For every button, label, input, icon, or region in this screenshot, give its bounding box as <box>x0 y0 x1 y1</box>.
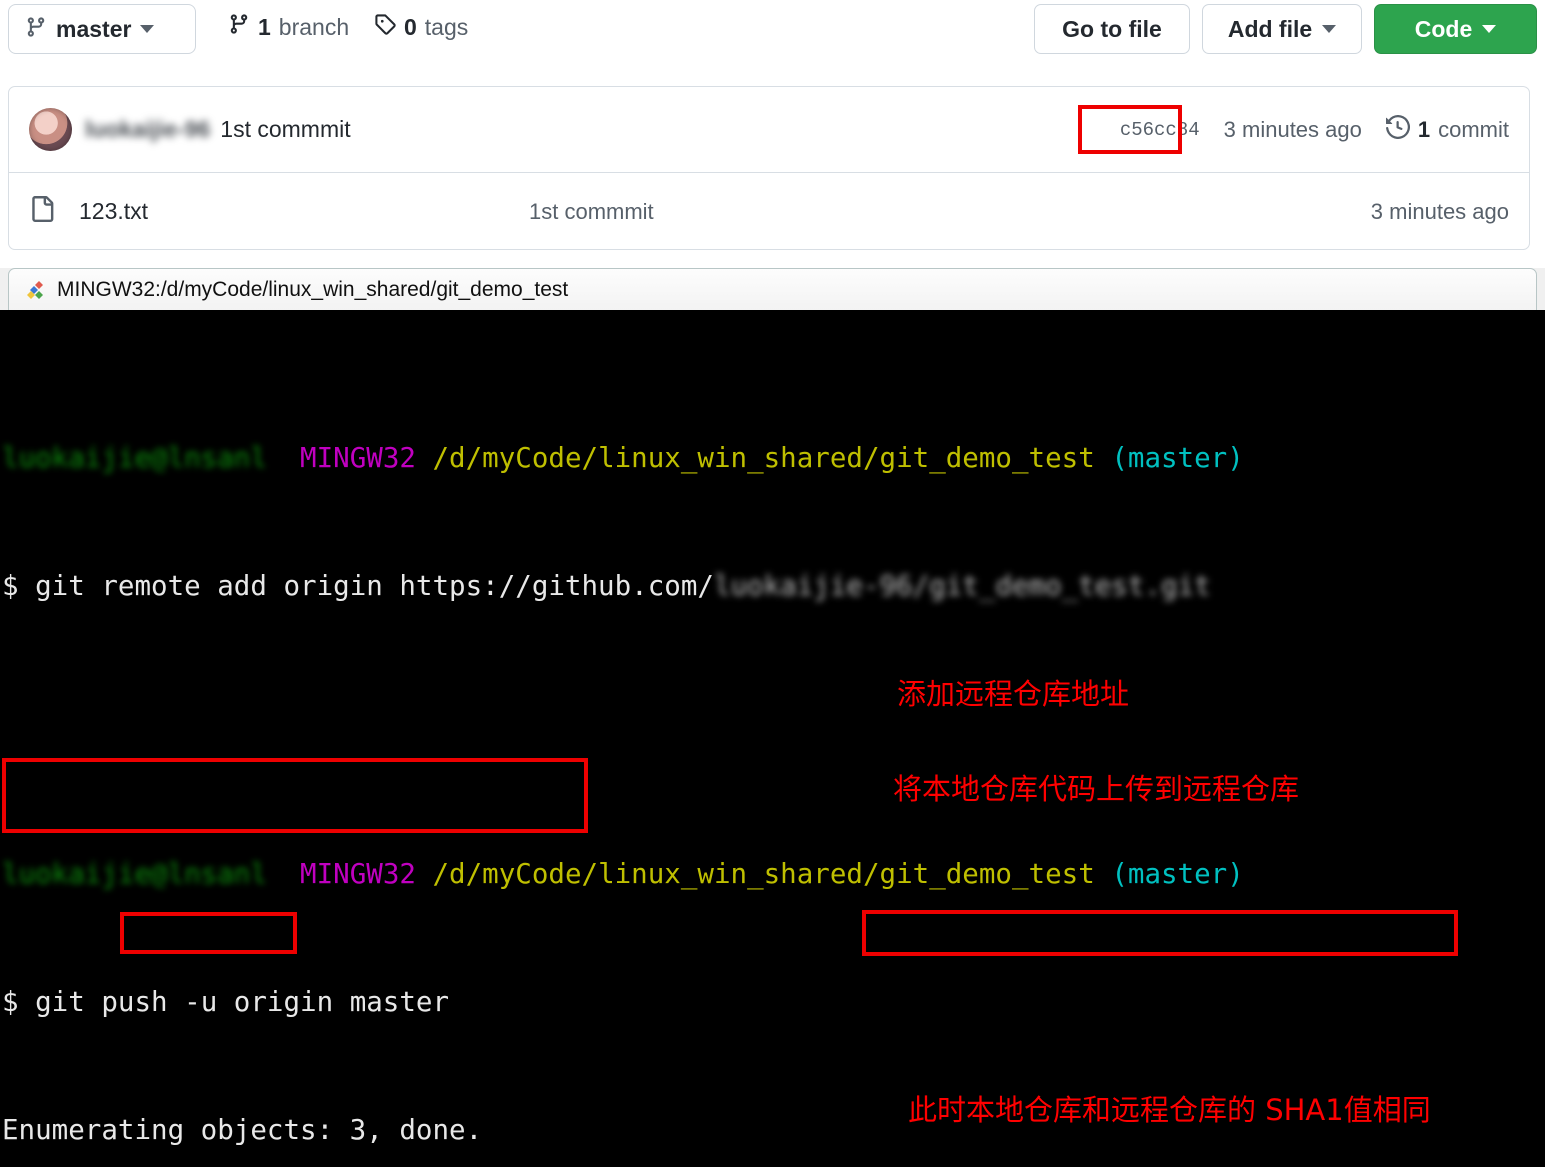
terminal-prompt-line: luokaijie@lnsanl MINGW32 /d/myCode/linux… <box>2 442 1545 474</box>
table-row: 123.txt 1st commmit 3 minutes ago <box>9 173 1529 249</box>
chevron-down-icon <box>1482 25 1497 33</box>
file-commit-message[interactable]: 1st commmit <box>529 199 654 225</box>
commit-count[interactable]: 1 commit <box>1385 114 1509 145</box>
prompt-shell: MINGW32 <box>300 442 416 474</box>
command-push: git push -u origin master <box>35 986 450 1018</box>
code-label: Code <box>1414 15 1473 42</box>
repo-toolbar: master 1 branch 0 tags Go to file Add fi… <box>0 0 1545 60</box>
prompt-branch: (master) <box>1111 858 1244 890</box>
avatar[interactable] <box>29 108 72 151</box>
branch-count-number: 1 <box>258 13 271 40</box>
code-button[interactable]: Code <box>1374 4 1537 54</box>
prompt-branch: (master) <box>1111 442 1244 474</box>
branch-count[interactable]: 1 branch <box>228 12 349 42</box>
file-name-link[interactable]: 123.txt <box>79 198 148 225</box>
annotation-text-push: 将本地仓库代码上传到远程仓库 <box>893 772 1300 806</box>
terminal-titlebar[interactable]: MINGW32:/d/myCode/linux_win_shared/git_d… <box>8 268 1537 310</box>
command-remote-add: git remote add origin https://github.com… <box>35 570 714 602</box>
tag-icon <box>374 12 396 42</box>
tag-count-label: tags <box>424 13 469 40</box>
tag-count[interactable]: 0 tags <box>374 12 468 42</box>
terminal-command-line: $ git remote add origin https://github.c… <box>2 570 1545 602</box>
chevron-down-icon <box>140 25 155 33</box>
terminal-prompt-line: luokaijie@lnsanl MINGW32 /d/myCode/linux… <box>2 858 1545 890</box>
branch-icon <box>25 15 47 44</box>
push-output-0: Enumerating objects: 3, done. <box>2 1114 483 1146</box>
branch-icon <box>228 12 250 42</box>
file-time-ago: 3 minutes ago <box>1370 198 1509 224</box>
terminal-body[interactable]: luokaijie@lnsanl MINGW32 /d/myCode/linux… <box>0 310 1545 1167</box>
prompt-shell: MINGW32 <box>300 858 416 890</box>
commit-count-number: 1 <box>1417 117 1431 142</box>
mingw32-terminal-window: MINGW32:/d/myCode/linux_win_shared/git_d… <box>0 268 1545 1167</box>
prompt-symbol: $ <box>2 986 19 1018</box>
commit-count-label: commit <box>1438 117 1509 142</box>
add-file-button[interactable]: Add file <box>1202 4 1362 54</box>
terminal-output: luokaijie@lnsanl MINGW32 /d/myCode/linux… <box>0 310 1545 1167</box>
commit-message[interactable]: 1st commmit <box>220 116 350 143</box>
annotation-text-remote-add: 添加远程仓库地址 <box>897 677 1130 711</box>
prompt-user: luokaijie@lnsanl <box>2 442 267 474</box>
commit-author-name[interactable]: luokaijie-96 <box>85 116 210 143</box>
commit-sha[interactable]: c56cc84 <box>1110 119 1210 141</box>
tag-count-number: 0 <box>404 13 417 40</box>
commit-time-ago: 3 minutes ago <box>1223 117 1362 142</box>
add-file-label: Add file <box>1227 15 1313 42</box>
mingw-diamond-icon <box>23 278 47 302</box>
branch-selector-label: master <box>56 15 132 42</box>
history-clock-icon <box>1385 114 1410 145</box>
repo-file-list-card: luokaijie-96 1st commmit c56cc84 3 minut… <box>8 86 1530 250</box>
go-to-file-button[interactable]: Go to file <box>1034 4 1190 54</box>
prompt-path: /d/myCode/linux_win_shared/git_demo_test <box>432 442 1095 474</box>
prompt-symbol: $ <box>2 570 19 602</box>
file-icon <box>29 194 55 229</box>
chevron-down-icon <box>1322 25 1337 33</box>
latest-commit-meta: c56cc84 3 minutes ago 1 commit <box>1110 87 1509 173</box>
latest-commit-row: luokaijie-96 1st commmit c56cc84 3 minut… <box>9 87 1529 173</box>
terminal-title-text: MINGW32:/d/myCode/linux_win_shared/git_d… <box>57 277 569 301</box>
terminal-command-line: $ git push -u origin master <box>2 986 1545 1018</box>
branch-selector-button[interactable]: master <box>8 4 196 54</box>
prompt-user: luokaijie@lnsanl <box>2 858 267 890</box>
go-to-file-label: Go to file <box>1062 15 1162 42</box>
branch-count-label: branch <box>278 13 350 40</box>
blurred-repo-url: luokaijie-96/git_demo_test.git <box>713 570 1211 602</box>
prompt-path: /d/myCode/linux_win_shared/git_demo_test <box>432 858 1095 890</box>
github-repo-panel: master 1 branch 0 tags Go to file Add fi… <box>0 0 1545 268</box>
annotation-text-sha-equal: 此时本地仓库和远程仓库的 SHA1值相同 <box>908 1093 1431 1127</box>
